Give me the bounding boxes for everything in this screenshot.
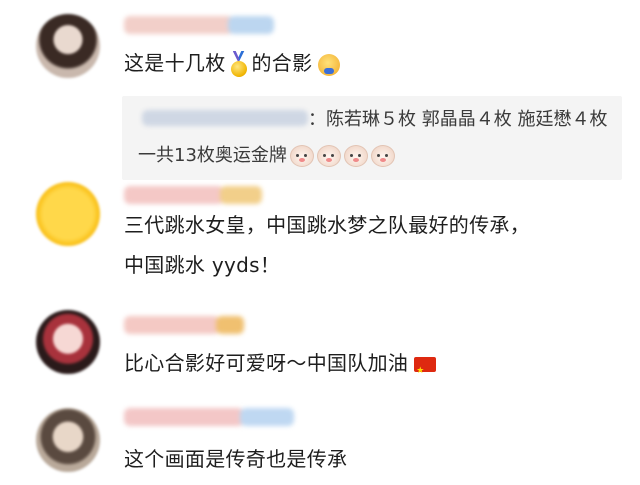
- comment-text: 这是十几枚 的合影: [124, 46, 341, 80]
- comment-text: 这个画面是传奇也是传承: [124, 447, 348, 471]
- username-blurred[interactable]: [124, 186, 262, 204]
- dog-face-icon: [370, 145, 395, 167]
- dog-face-icon: [343, 145, 368, 167]
- gold-medal-icon: [230, 50, 248, 79]
- reply-text: ：陈若琳５枚 郭晶晶４枚 施廷懋４枚 一共13枚奥运金牌: [138, 109, 608, 167]
- avatar[interactable]: [36, 310, 100, 374]
- avatar[interactable]: [36, 182, 100, 246]
- laughing-face-icon: [318, 53, 341, 76]
- username-blurred[interactable]: [124, 316, 244, 334]
- china-flag-icon: [414, 354, 437, 388]
- avatar[interactable]: [36, 408, 100, 472]
- dog-face-icon: [289, 145, 314, 167]
- quoted-reply[interactable]: ：陈若琳５枚 郭晶晶４枚 施廷懋４枚 一共13枚奥运金牌: [122, 96, 622, 180]
- comment-text-line: 中国跳水 yyds！: [124, 253, 281, 277]
- comment-text-line: 三代跳水女皇，中国跳水梦之队最好的传承，: [124, 213, 530, 237]
- avatar[interactable]: [36, 14, 100, 78]
- username-blurred[interactable]: [124, 16, 274, 34]
- dog-face-icon: [316, 145, 341, 167]
- username-blurred[interactable]: [124, 408, 294, 426]
- comment-text: 比心合影好可爱呀～中国队加油: [124, 346, 437, 388]
